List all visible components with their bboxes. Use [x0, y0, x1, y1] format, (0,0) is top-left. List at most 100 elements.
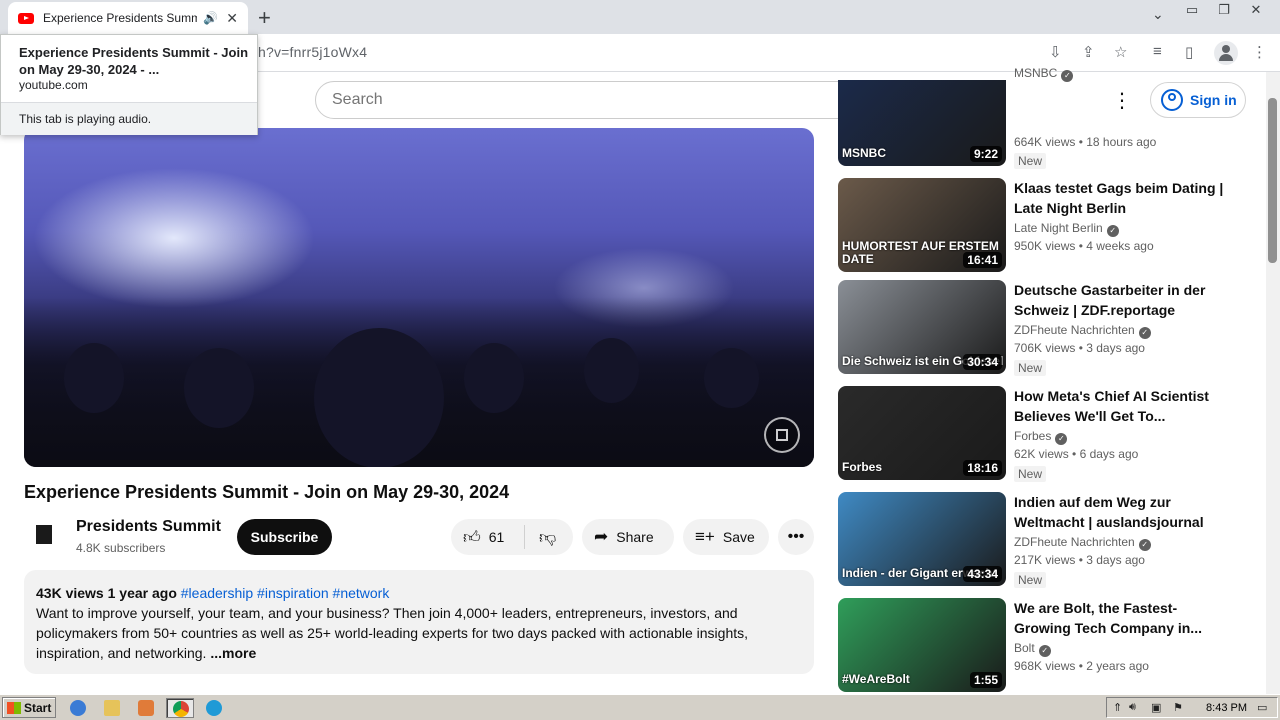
recommendation-item[interactable]: Indien - der Gigant erwacht 43:34 Indien a…	[838, 492, 1218, 588]
recommendation-item[interactable]: MSNBC 9:22 MSNBC ✓ 664K views • 18 hours ago…	[838, 66, 1218, 169]
media-control-icon[interactable]: ≡	[1153, 43, 1162, 60]
video-thumbnail[interactable]: Die Schweiz ist ein Goldesel 30:34	[838, 280, 1006, 374]
recommendation-channel[interactable]: ZDFheute Nachrichten ✓	[1014, 323, 1151, 339]
recommendation-channel[interactable]: MSNBC ✓	[1014, 66, 1074, 82]
scrollbar-thumb[interactable]	[1268, 98, 1277, 263]
network-icon[interactable]: ▣	[1151, 701, 1161, 714]
bookmark-star-icon[interactable]: ☆	[1114, 43, 1127, 61]
subscriber-count: 4.8K subscribers	[76, 541, 166, 555]
share-button[interactable]: ➦ Share	[582, 519, 674, 555]
verified-check-icon: ✓	[1138, 327, 1151, 339]
show-more-link[interactable]: ...more	[210, 645, 256, 661]
recommendation-channel[interactable]: Late Night Berlin ✓	[1014, 221, 1119, 237]
save-button[interactable]: ≡+ Save	[683, 519, 769, 555]
save-label: Save	[722, 529, 755, 545]
chrome-taskbar-icon[interactable]	[166, 698, 194, 718]
install-icon[interactable]: ⇩	[1049, 43, 1062, 61]
verified-check-icon: ✓	[1038, 645, 1051, 657]
verified-check-icon: ✓	[1055, 433, 1068, 445]
thumbnail-caption: #WeAreBolt	[842, 672, 910, 686]
url-bar[interactable]: h?v=fnrr5j1oWx4	[258, 44, 367, 60]
channel-avatar[interactable]	[28, 519, 60, 551]
restore-icon[interactable]: ❐	[1208, 2, 1240, 18]
new-badge: New	[1014, 153, 1047, 169]
explorer-taskbar-icon[interactable]	[98, 698, 126, 718]
tab-title: Experience Presidents Summit -	[43, 11, 198, 25]
windows-logo-icon	[7, 701, 21, 714]
volume-icon[interactable]: 🔊︎	[1129, 701, 1136, 714]
start-button[interactable]: Start	[2, 697, 56, 718]
duration-badge: 1:55	[969, 672, 1002, 688]
channel-watermark-icon[interactable]	[764, 417, 800, 453]
recommendation-channel[interactable]: ZDFheute Nachrichten ✓	[1014, 535, 1151, 551]
duration-badge: 43:34	[963, 566, 1002, 582]
recommendation-title[interactable]: Indien auf dem Weg zur Weltmacht | ausla…	[1014, 492, 1224, 532]
tray-arrow-icon[interactable]: ⇑	[1113, 701, 1122, 714]
dislike-button[interactable]: 👎︎	[525, 527, 556, 548]
recommendation-meta: 950K views • 4 weeks ago	[1014, 239, 1154, 253]
recommendation-item[interactable]: #WeAreBolt 1:55 We are Bolt, the Fastest-G…	[838, 598, 1218, 692]
upload-age: 1 year ago	[107, 585, 177, 601]
chevron-down-icon[interactable]: ⌄	[1152, 6, 1164, 23]
description-text: Want to improve yourself, your team, and…	[36, 605, 749, 661]
recommendation-title[interactable]: We are Bolt, the Fastest-Growing Tech Co…	[1014, 598, 1224, 638]
new-tab-icon[interactable]: +	[258, 5, 271, 31]
video-thumbnail[interactable]: #WeAreBolt 1:55	[838, 598, 1006, 692]
new-badge: New	[1014, 360, 1047, 376]
tab-strip: Experience Presidents Summit - 🔊 ✕ + ⌄ ▭…	[0, 0, 1280, 34]
video-thumbnail[interactable]: Forbes 18:16	[838, 386, 1006, 480]
show-desktop-icon[interactable]: ▭	[1257, 701, 1267, 714]
recommendation-title[interactable]: Klaas testet Gags beim Dating | Late Nig…	[1014, 178, 1224, 218]
video-player[interactable]	[24, 128, 814, 467]
recommendation-item[interactable]: Forbes 18:16 How Meta's Chief AI Scientist…	[838, 386, 1218, 482]
start-label: Start	[24, 700, 52, 715]
verified-check-icon: ✓	[1106, 225, 1119, 237]
video-thumbnail[interactable]: MSNBC 9:22	[838, 80, 1006, 166]
recommendation-channel[interactable]: Bolt ✓	[1014, 641, 1051, 657]
recommendation-channel[interactable]: Forbes ✓	[1014, 429, 1068, 445]
window-controls: ▭ ❐ ✕	[1176, 2, 1272, 18]
description-box[interactable]: 43K views 1 year ago #leadership #inspir…	[24, 570, 814, 674]
more-actions-button[interactable]: •••	[778, 519, 814, 555]
video-thumbnail[interactable]: Indien - der Gigant erwacht 43:34	[838, 492, 1006, 586]
verified-check-icon: ✓	[1061, 70, 1074, 82]
like-button[interactable]: 👍︎ 61	[451, 525, 525, 549]
share-label: Share	[616, 529, 654, 545]
speaker-icon[interactable]: 🔊	[203, 11, 218, 25]
new-badge: New	[1014, 572, 1047, 588]
side-panel-icon[interactable]: ▯	[1185, 43, 1193, 61]
hovercard-title: Experience Presidents Summit - Join on M…	[19, 45, 249, 77]
recommendation-title[interactable]: Deutsche Gastarbeiter in der Schweiz | Z…	[1014, 280, 1224, 320]
flag-icon[interactable]: ⚑	[1173, 701, 1183, 714]
recommendation-meta: 62K views • 6 days ago	[1014, 447, 1139, 461]
close-tab-icon[interactable]: ✕	[226, 10, 238, 27]
share-arrow-icon: ➦	[594, 527, 609, 546]
video-thumbnail[interactable]: HUMORTEST AUF ERSTEM DATE 16:41	[838, 178, 1006, 272]
description-meta: 43K views 1 year ago #leadership #inspir…	[36, 583, 802, 603]
thumbnail-caption: Forbes	[842, 460, 883, 474]
profile-avatar-icon[interactable]	[1214, 41, 1238, 65]
view-count: 43K views	[36, 585, 104, 601]
close-window-icon[interactable]: ✕	[1240, 2, 1272, 18]
like-dislike-group: 👍︎ 61 👎︎	[451, 519, 573, 555]
media-player-taskbar-icon[interactable]	[132, 698, 160, 718]
duration-badge: 9:22	[969, 146, 1002, 162]
duration-badge: 30:34	[963, 354, 1002, 370]
ie-taskbar-icon[interactable]	[64, 698, 92, 718]
hovercard-audio-note: This tab is playing audio.	[19, 112, 152, 126]
browser-menu-icon[interactable]: ⋮	[1252, 43, 1267, 61]
recommendation-title[interactable]: How Meta's Chief AI Scientist Believes W…	[1014, 386, 1224, 426]
verified-check-icon: ✓	[1138, 539, 1151, 551]
search-input[interactable]: Search	[315, 81, 851, 119]
edge-taskbar-icon[interactable]	[200, 698, 228, 718]
hashtags[interactable]: #leadership #inspiration #network	[181, 585, 390, 601]
minimize-icon[interactable]: ▭	[1176, 2, 1208, 18]
browser-tab[interactable]: Experience Presidents Summit - 🔊 ✕	[8, 2, 248, 34]
playlist-add-icon: ≡+	[695, 527, 715, 546]
recommendation-item[interactable]: Die Schweiz ist ein Goldesel 30:34 Deutsch…	[838, 280, 1218, 376]
share-page-icon[interactable]: ⇪	[1082, 43, 1095, 61]
subscribe-button[interactable]: Subscribe	[237, 519, 332, 555]
thumbs-up-icon: 👍︎	[463, 527, 481, 547]
recommendation-item[interactable]: HUMORTEST AUF ERSTEM DATE 16:41 Klaas test…	[838, 178, 1223, 272]
channel-name[interactable]: Presidents Summit	[76, 518, 221, 536]
